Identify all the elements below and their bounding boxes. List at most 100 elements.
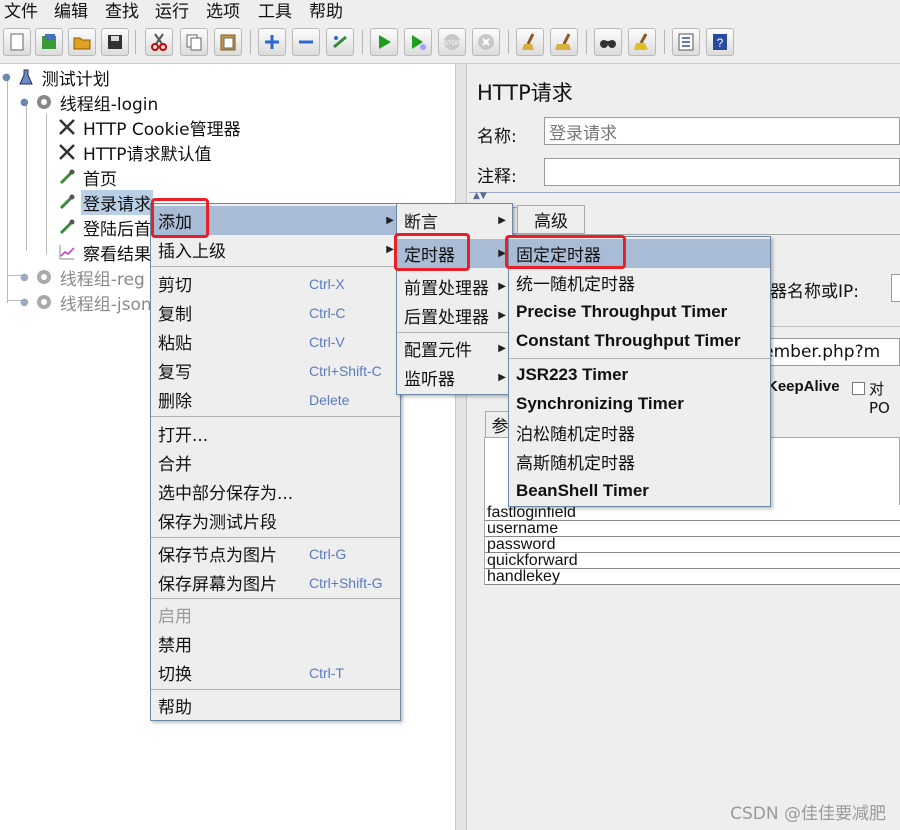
menu-item-save-as-test-fragment[interactable]: 保存为测试片段 (151, 506, 400, 535)
menu-item-config-elements[interactable]: 配置元件 ▶ (397, 334, 512, 363)
cut-icon[interactable] (145, 28, 173, 56)
table-row[interactable]: password (485, 537, 900, 553)
tab-advanced[interactable]: 高级 (517, 205, 585, 234)
menu-item-copy[interactable]: 复制 Ctrl-C (151, 298, 400, 327)
start-no-pause-icon[interactable] (404, 28, 432, 56)
add-submenu: 断言 ▶ 定时器 ▶ 前置处理器 ▶ 后置处理器 ▶ 配置元件 ▶ 监听器 ▶ (396, 203, 513, 395)
expand-icon[interactable] (258, 28, 286, 56)
menu-run[interactable]: 运行 (155, 0, 189, 22)
menu-item-paste[interactable]: 粘贴 Ctrl-V (151, 327, 400, 356)
gear-icon (35, 93, 53, 111)
menu-item-enable: 启用 (158, 607, 192, 627)
wrench-icon (58, 143, 76, 161)
menu-tools[interactable]: 工具 (258, 0, 292, 22)
comment-label: 注释: (477, 167, 517, 187)
tree-node-after-login[interactable]: 登陆后首 (58, 215, 153, 240)
chevron-right-icon: ▶ (498, 281, 506, 292)
menu-item-disable[interactable]: 禁用 (151, 629, 400, 658)
function-helper-icon[interactable] (672, 28, 700, 56)
tree-node-thread-group-json[interactable]: ● 线程组-json (20, 290, 154, 315)
table-row[interactable]: username (485, 521, 900, 537)
menu-help[interactable]: 帮助 (309, 0, 343, 22)
menu-item-duplicate[interactable]: 复写 Ctrl+Shift-C (151, 356, 400, 385)
chevron-right-icon: ▶ (498, 343, 506, 354)
search-icon[interactable] (594, 28, 622, 56)
templates-icon[interactable] (35, 28, 63, 56)
menu-item-open[interactable]: 打开... (151, 419, 400, 448)
chevron-right-icon: ▶ (498, 248, 506, 259)
keepalive-checkbox-label[interactable]: KeepAlive (767, 378, 840, 395)
shutdown-icon[interactable] (472, 28, 500, 56)
help-icon[interactable]: ? (706, 28, 734, 56)
tree-node-view-results[interactable]: 察看结果 (58, 240, 153, 265)
table-row[interactable]: handlekey (485, 569, 900, 585)
menu-item-delete[interactable]: 删除 Delete (151, 385, 400, 414)
menu-file[interactable]: 文件 (4, 0, 38, 22)
menu-item-insert-parent[interactable]: 插入上级 ▶ (151, 235, 400, 264)
menu-bar: 文件 编辑 查找 运行 选项 工具 帮助 (0, 0, 900, 22)
tree-node-request-defaults[interactable]: HTTP请求默认值 (58, 140, 214, 165)
menu-item-listeners[interactable]: 监听器 ▶ (397, 363, 512, 392)
menu-item-synchronizing-timer[interactable]: Synchronizing Timer (509, 389, 770, 418)
watermark: CSDN @佳佳要减肥 (730, 804, 886, 824)
menu-item-poisson-random-timer[interactable]: 泊松随机定时器 (509, 418, 770, 447)
menu-item-uniform-random-timer[interactable]: 统一随机定时器 (509, 268, 770, 297)
toolbar: STOP ? (0, 22, 900, 64)
menu-item-jsr223-timer[interactable]: JSR223 Timer (509, 360, 770, 389)
menu-item-timers[interactable]: 定时器 ▶ (397, 239, 512, 268)
tree-node-home[interactable]: 首页 (58, 165, 119, 190)
toggle-icon[interactable] (326, 28, 354, 56)
save-icon[interactable] (101, 28, 129, 56)
collapse-icon[interactable] (292, 28, 320, 56)
menu-options[interactable]: 选项 (206, 0, 240, 22)
tree-node-cookie-manager[interactable]: HTTP Cookie管理器 (58, 115, 243, 140)
gear-icon (35, 293, 53, 311)
menu-item-pre-processors[interactable]: 前置处理器 ▶ (397, 272, 512, 301)
open-icon[interactable] (68, 28, 96, 56)
server-label: 器名称或IP: (770, 282, 859, 302)
panel-splitter[interactable] (455, 64, 467, 830)
table-row[interactable]: fastloginfield (485, 505, 900, 521)
menu-item-merge[interactable]: 合并 (151, 448, 400, 477)
copy-icon[interactable] (180, 28, 208, 56)
chevron-right-icon: ▶ (386, 244, 394, 255)
menu-item-constant-timer[interactable]: 固定定时器 (509, 239, 770, 268)
timer-submenu: 固定定时器 统一随机定时器 Precise Throughput Timer C… (508, 236, 771, 507)
clear-all-icon[interactable] (550, 28, 578, 56)
chart-icon (58, 243, 76, 261)
menu-item-help[interactable]: 帮助 (151, 691, 400, 720)
name-field[interactable]: 登录请求 (544, 117, 900, 145)
menu-item-save-node-image[interactable]: 保存节点为图片 Ctrl-G (151, 539, 400, 568)
chevron-right-icon: ▶ (386, 215, 394, 226)
menu-edit[interactable]: 编辑 (54, 0, 88, 22)
menu-item-assertions[interactable]: 断言 ▶ (397, 206, 512, 235)
pipette-icon (58, 168, 76, 186)
tree-node-thread-group-login[interactable]: ● 线程组-login (20, 90, 160, 115)
table-row[interactable]: quickforward (485, 553, 900, 569)
menu-item-precise-throughput-timer[interactable]: Precise Throughput Timer (509, 297, 770, 326)
reset-search-icon[interactable] (628, 28, 656, 56)
pipette-icon (58, 193, 76, 211)
menu-item-gaussian-random-timer[interactable]: 高斯随机定时器 (509, 447, 770, 476)
clear-icon[interactable] (516, 28, 544, 56)
gear-icon (35, 268, 53, 286)
menu-item-toggle[interactable]: 切换 Ctrl-T (151, 658, 400, 687)
tree-node-login-request[interactable]: 登录请求 (58, 189, 153, 215)
menu-item-constant-throughput-timer[interactable]: Constant Throughput Timer (509, 326, 770, 355)
start-icon[interactable] (370, 28, 398, 56)
tree-node-thread-group-reg[interactable]: ● 线程组-reg (20, 265, 147, 290)
server-field[interactable] (891, 274, 900, 302)
menu-item-post-processors[interactable]: 后置处理器 ▶ (397, 301, 512, 330)
menu-item-add[interactable]: 添加 ▶ (151, 206, 400, 235)
tree-node-test-plan[interactable]: ● 测试计划 (2, 65, 112, 90)
menu-item-cut[interactable]: 剪切 Ctrl-X (151, 269, 400, 298)
new-icon[interactable] (3, 28, 31, 56)
menu-item-beanshell-timer[interactable]: BeanShell Timer (509, 476, 770, 505)
paste-icon[interactable] (214, 28, 242, 56)
multipart-checkbox[interactable] (852, 382, 865, 395)
menu-search[interactable]: 查找 (105, 0, 139, 22)
stop-icon[interactable]: STOP (438, 28, 466, 56)
menu-item-save-selection-as[interactable]: 选中部分保存为... (151, 477, 400, 506)
menu-item-save-screen-image[interactable]: 保存屏幕为图片 Ctrl+Shift-G (151, 568, 400, 597)
comment-field[interactable] (544, 158, 900, 186)
